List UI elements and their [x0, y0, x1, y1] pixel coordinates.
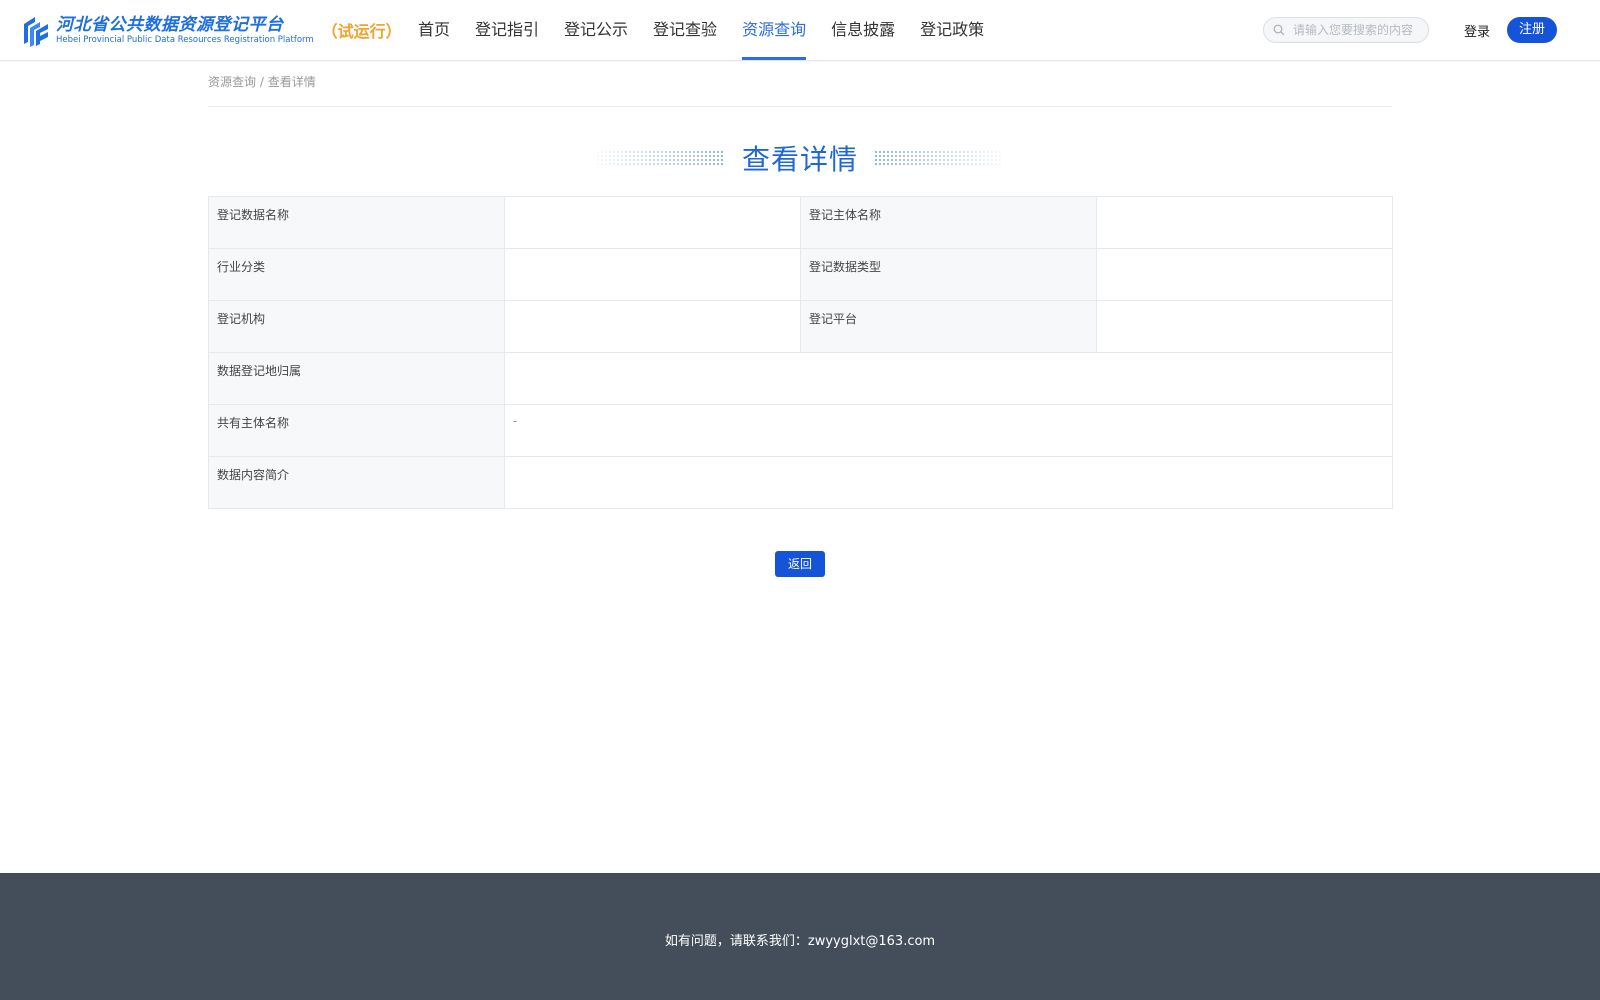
nav-item-policy[interactable]: 登记政策 [920, 0, 984, 60]
table-row: 行业分类 登记数据类型 [208, 248, 1393, 301]
data-type-value [1096, 248, 1393, 301]
search-box [1263, 17, 1429, 43]
main-nav: 首页 登记指引 登记公示 登记查验 资源查询 信息披露 登记政策 [418, 0, 1009, 60]
data-type-label: 登记数据类型 [800, 248, 1097, 301]
nav-item-guide[interactable]: 登记指引 [475, 0, 539, 60]
logo-title: 河北省公共数据资源登记平台 [56, 14, 284, 35]
summary-label: 数据内容简介 [208, 456, 505, 509]
search-icon[interactable] [1273, 24, 1285, 36]
industry-value [504, 248, 801, 301]
logo-mark-icon [24, 17, 48, 47]
breadcrumb-separator: / [256, 75, 268, 89]
nav-item-verify[interactable]: 登记查验 [653, 0, 717, 60]
table-row: 登记数据名称 登记主体名称 [208, 196, 1393, 249]
region-value [504, 352, 1393, 405]
logo-subtitle: Hebei Provincial Public Data Resources R… [56, 34, 314, 45]
platform-label: 登记平台 [800, 300, 1097, 353]
decorative-dots-left [596, 150, 724, 166]
nav-item-publicity[interactable]: 登记公示 [564, 0, 628, 60]
site-logo[interactable]: 河北省公共数据资源登记平台 Hebei Provincial Public Da… [18, 12, 402, 48]
table-row: 登记机构 登记平台 [208, 300, 1393, 353]
decorative-dots-right [874, 150, 1002, 166]
breadcrumb-parent[interactable]: 资源查询 [208, 75, 256, 89]
industry-label: 行业分类 [208, 248, 505, 301]
breadcrumb-current: 查看详情 [267, 75, 316, 89]
agency-label: 登记机构 [208, 300, 505, 353]
title-bar: 查看详情 [0, 135, 1600, 181]
co-owner-label: 共有主体名称 [208, 404, 505, 457]
platform-value [1096, 300, 1393, 353]
trial-badge: （试运行） [321, 22, 402, 41]
detail-table: 登记数据名称 登记主体名称 行业分类 登记数据类型 登记机构 登记平台 数据登记… [208, 196, 1393, 509]
table-row: 数据登记地归属 [208, 352, 1393, 405]
nav-item-disclosure[interactable]: 信息披露 [831, 0, 895, 60]
agency-value [504, 300, 801, 353]
nav-item-resource-query[interactable]: 资源查询 [742, 0, 807, 60]
footer-contact: 如有问题，请联系我们：zwyyglxt@163.com [664, 934, 936, 949]
summary-value [504, 456, 1393, 509]
register-button[interactable]: 注册 [1507, 17, 1557, 43]
subject-name-value [1096, 196, 1393, 249]
search-input[interactable] [1291, 22, 1425, 38]
page-footer: 如有问题，请联系我们：zwyyglxt@163.com [0, 873, 1600, 1000]
table-row: 共有主体名称 - [208, 404, 1393, 457]
data-name-value [504, 196, 801, 249]
back-button[interactable]: 返回 [775, 551, 825, 577]
nav-item-home[interactable]: 首页 [418, 0, 450, 60]
page-title: 查看详情 [741, 143, 858, 176]
region-label: 数据登记地归属 [208, 352, 505, 405]
data-name-label: 登记数据名称 [208, 196, 505, 249]
top-header: 河北省公共数据资源登记平台 Hebei Provincial Public Da… [0, 0, 1600, 61]
co-owner-value: - [504, 404, 1393, 457]
login-link[interactable]: 登录 [1464, 21, 1490, 40]
subject-name-label: 登记主体名称 [800, 196, 1097, 249]
breadcrumb: 资源查询 / 查看详情 [208, 73, 1392, 107]
table-row: 数据内容简介 [208, 456, 1393, 509]
